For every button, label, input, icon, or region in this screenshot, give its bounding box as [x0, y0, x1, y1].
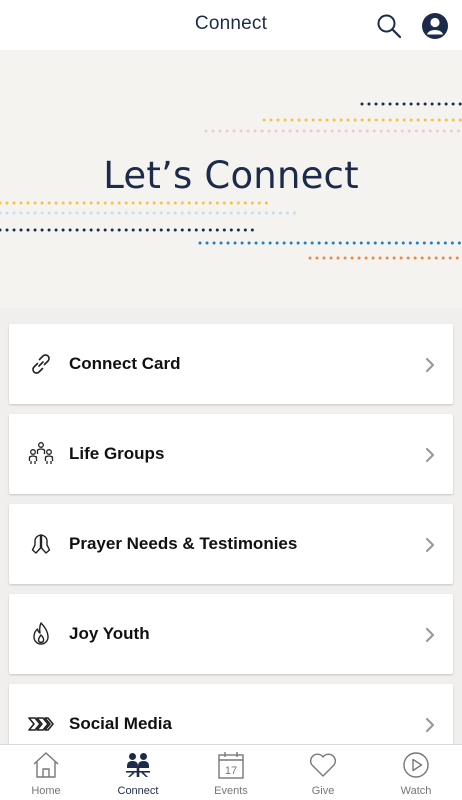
tab-label: Give: [311, 785, 335, 797]
flame-icon: [33, 622, 49, 645]
chevron-right-icon: [425, 447, 435, 463]
chevron-right-icon: [425, 627, 435, 643]
link-icon: [32, 354, 50, 374]
tab-home[interactable]: Home: [0, 745, 92, 800]
profile-icon[interactable]: [421, 12, 449, 40]
menu-item-label: Connect Card: [69, 354, 181, 373]
connect-menu-list: Connect Card Life Groups Prayer Needs & …: [0, 308, 462, 744]
menu-item-prayer-needs[interactable]: Prayer Needs & Testimonies: [9, 504, 453, 584]
menu-item-label: Social Media: [69, 714, 172, 733]
tab-label: Connect: [117, 785, 159, 797]
chevron-right-icon: [425, 717, 435, 733]
bottom-tab-bar: Home Connect 17 Events Give Watch: [0, 744, 462, 800]
menu-item-label: Prayer Needs & Testimonies: [69, 534, 298, 553]
praying-hands-icon: [31, 534, 51, 554]
tab-give[interactable]: Give: [277, 745, 369, 800]
menu-item-social-media[interactable]: Social Media: [9, 684, 453, 744]
menu-item-life-groups[interactable]: Life Groups: [9, 414, 453, 494]
play-icon: [403, 752, 429, 778]
heart-icon: [310, 753, 336, 777]
chevron-right-icon: [425, 537, 435, 553]
top-bar: Connect: [0, 0, 462, 50]
chevrons-right-icon: [28, 717, 54, 731]
menu-item-joy-youth[interactable]: Joy Youth: [9, 594, 453, 674]
menu-item-label: Joy Youth: [69, 624, 150, 643]
hero-title: Let’s Connect: [103, 154, 359, 197]
home-icon: [33, 752, 59, 778]
people-icon: [126, 753, 150, 777]
tab-connect[interactable]: Connect: [92, 745, 184, 800]
tab-events[interactable]: 17 Events: [185, 745, 277, 800]
tab-label: Home: [31, 785, 61, 797]
calendar-icon: 17: [218, 752, 244, 779]
search-icon[interactable]: [376, 13, 402, 39]
tab-label: Watch: [400, 785, 432, 797]
chevron-right-icon: [425, 357, 435, 373]
menu-item-connect-card[interactable]: Connect Card: [9, 324, 453, 404]
tab-watch[interactable]: Watch: [370, 745, 462, 800]
calendar-date: 17: [225, 765, 237, 777]
menu-item-label: Life Groups: [69, 444, 165, 463]
tab-label: Events: [214, 785, 248, 797]
people-group-icon: [28, 442, 54, 464]
hero-banner: Let’s Connect: [0, 50, 462, 308]
